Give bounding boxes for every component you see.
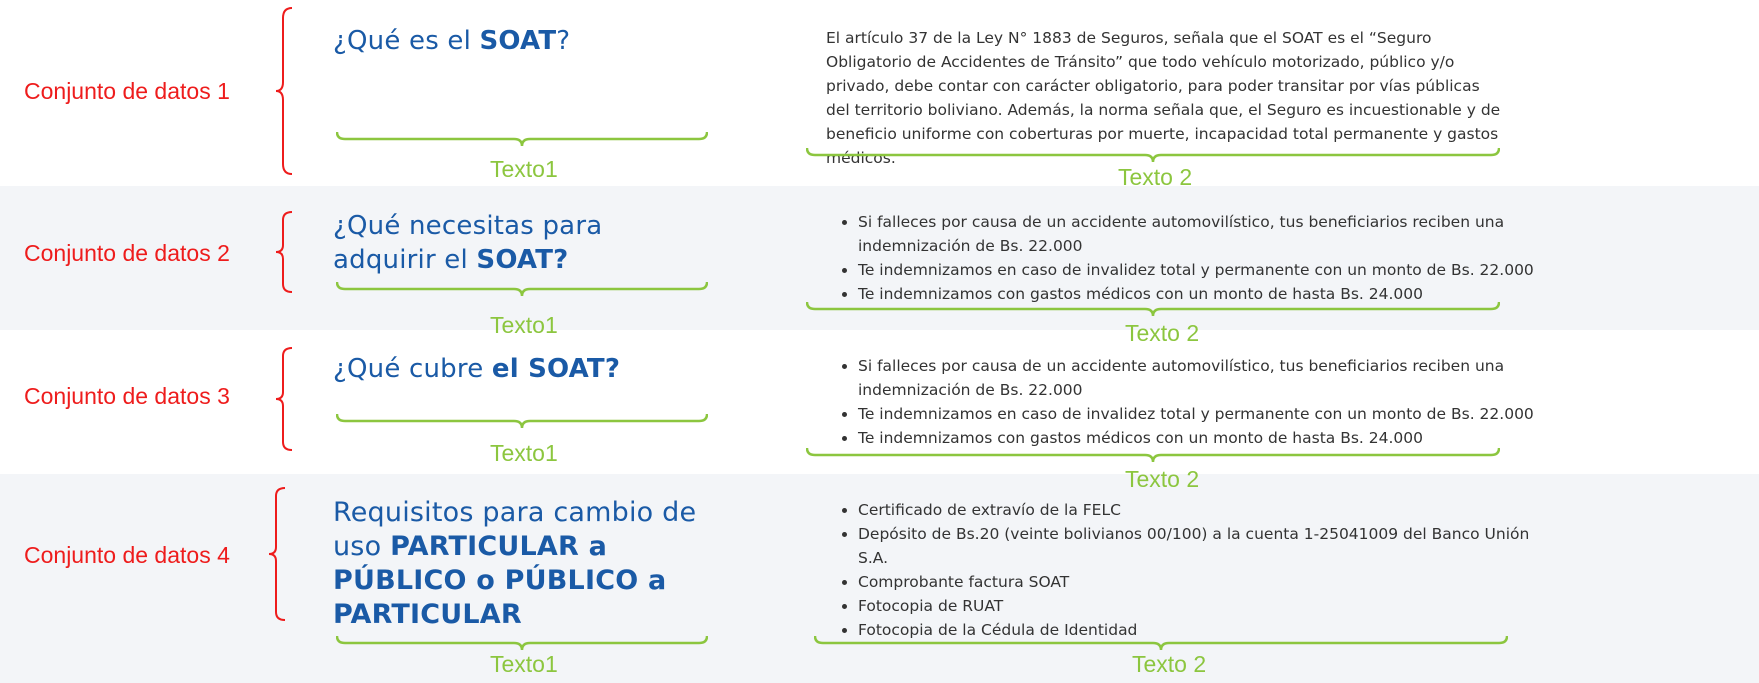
text2-tag: Texto 2 — [1118, 164, 1193, 190]
list-item: Depósito de Bs.20 (veinte bolivianos 00/… — [858, 522, 1548, 570]
list-item: Te indemnizamos en caso de invalidez tot… — [858, 258, 1548, 282]
list-item: Si falleces por causa de un accidente au… — [858, 210, 1548, 258]
green-brace-icon — [806, 147, 1500, 163]
text1-tag: Texto1 — [490, 156, 558, 182]
text1-tag: Texto1 — [490, 651, 558, 677]
red-brace-icon — [275, 211, 293, 293]
section-heading: ¿Qué es el SOAT? — [333, 26, 571, 56]
section-heading: ¿Qué cubre el SOAT? — [333, 354, 621, 384]
annotation-label: Conjunto de datos 4 — [24, 542, 230, 568]
red-brace-icon — [268, 487, 286, 621]
green-brace-icon — [806, 301, 1500, 317]
green-brace-icon — [336, 635, 708, 651]
annotation-label: Conjunto de datos 2 — [24, 240, 230, 266]
annotation-label: Conjunto de datos 1 — [24, 78, 230, 104]
list-item: Te indemnizamos en caso de invalidez tot… — [858, 402, 1548, 426]
red-brace-icon — [275, 347, 293, 451]
text2-tag: Texto 2 — [1125, 320, 1200, 346]
text1-tag: Texto1 — [490, 312, 558, 338]
green-brace-icon — [336, 413, 708, 429]
list-item: Comprobante factura SOAT — [858, 570, 1548, 594]
annotation-label: Conjunto de datos 3 — [24, 383, 230, 409]
red-brace-icon — [275, 7, 293, 175]
list-item: Fotocopia de RUAT — [858, 594, 1548, 618]
green-brace-icon — [336, 131, 708, 147]
section-heading: Requisitos para cambio de uso PARTICULAR… — [333, 497, 697, 630]
section-body-list: Si falleces por causa de un accidente au… — [826, 210, 1548, 306]
text1-tag: Texto1 — [490, 440, 558, 466]
list-item: Certificado de extravío de la FELC — [858, 498, 1548, 522]
section-body-list: Certificado de extravío de la FELC Depós… — [826, 498, 1548, 642]
green-brace-icon — [336, 281, 708, 297]
text2-tag: Texto 2 — [1132, 651, 1207, 677]
section-body-list: Si falleces por causa de un accidente au… — [826, 354, 1548, 450]
list-item: Si falleces por causa de un accidente au… — [858, 354, 1548, 402]
text2-tag: Texto 2 — [1125, 466, 1200, 492]
section-heading: ¿Qué necesitas para adquirir el SOAT? — [333, 211, 603, 275]
green-brace-icon — [814, 635, 1508, 651]
green-brace-icon — [806, 447, 1500, 463]
